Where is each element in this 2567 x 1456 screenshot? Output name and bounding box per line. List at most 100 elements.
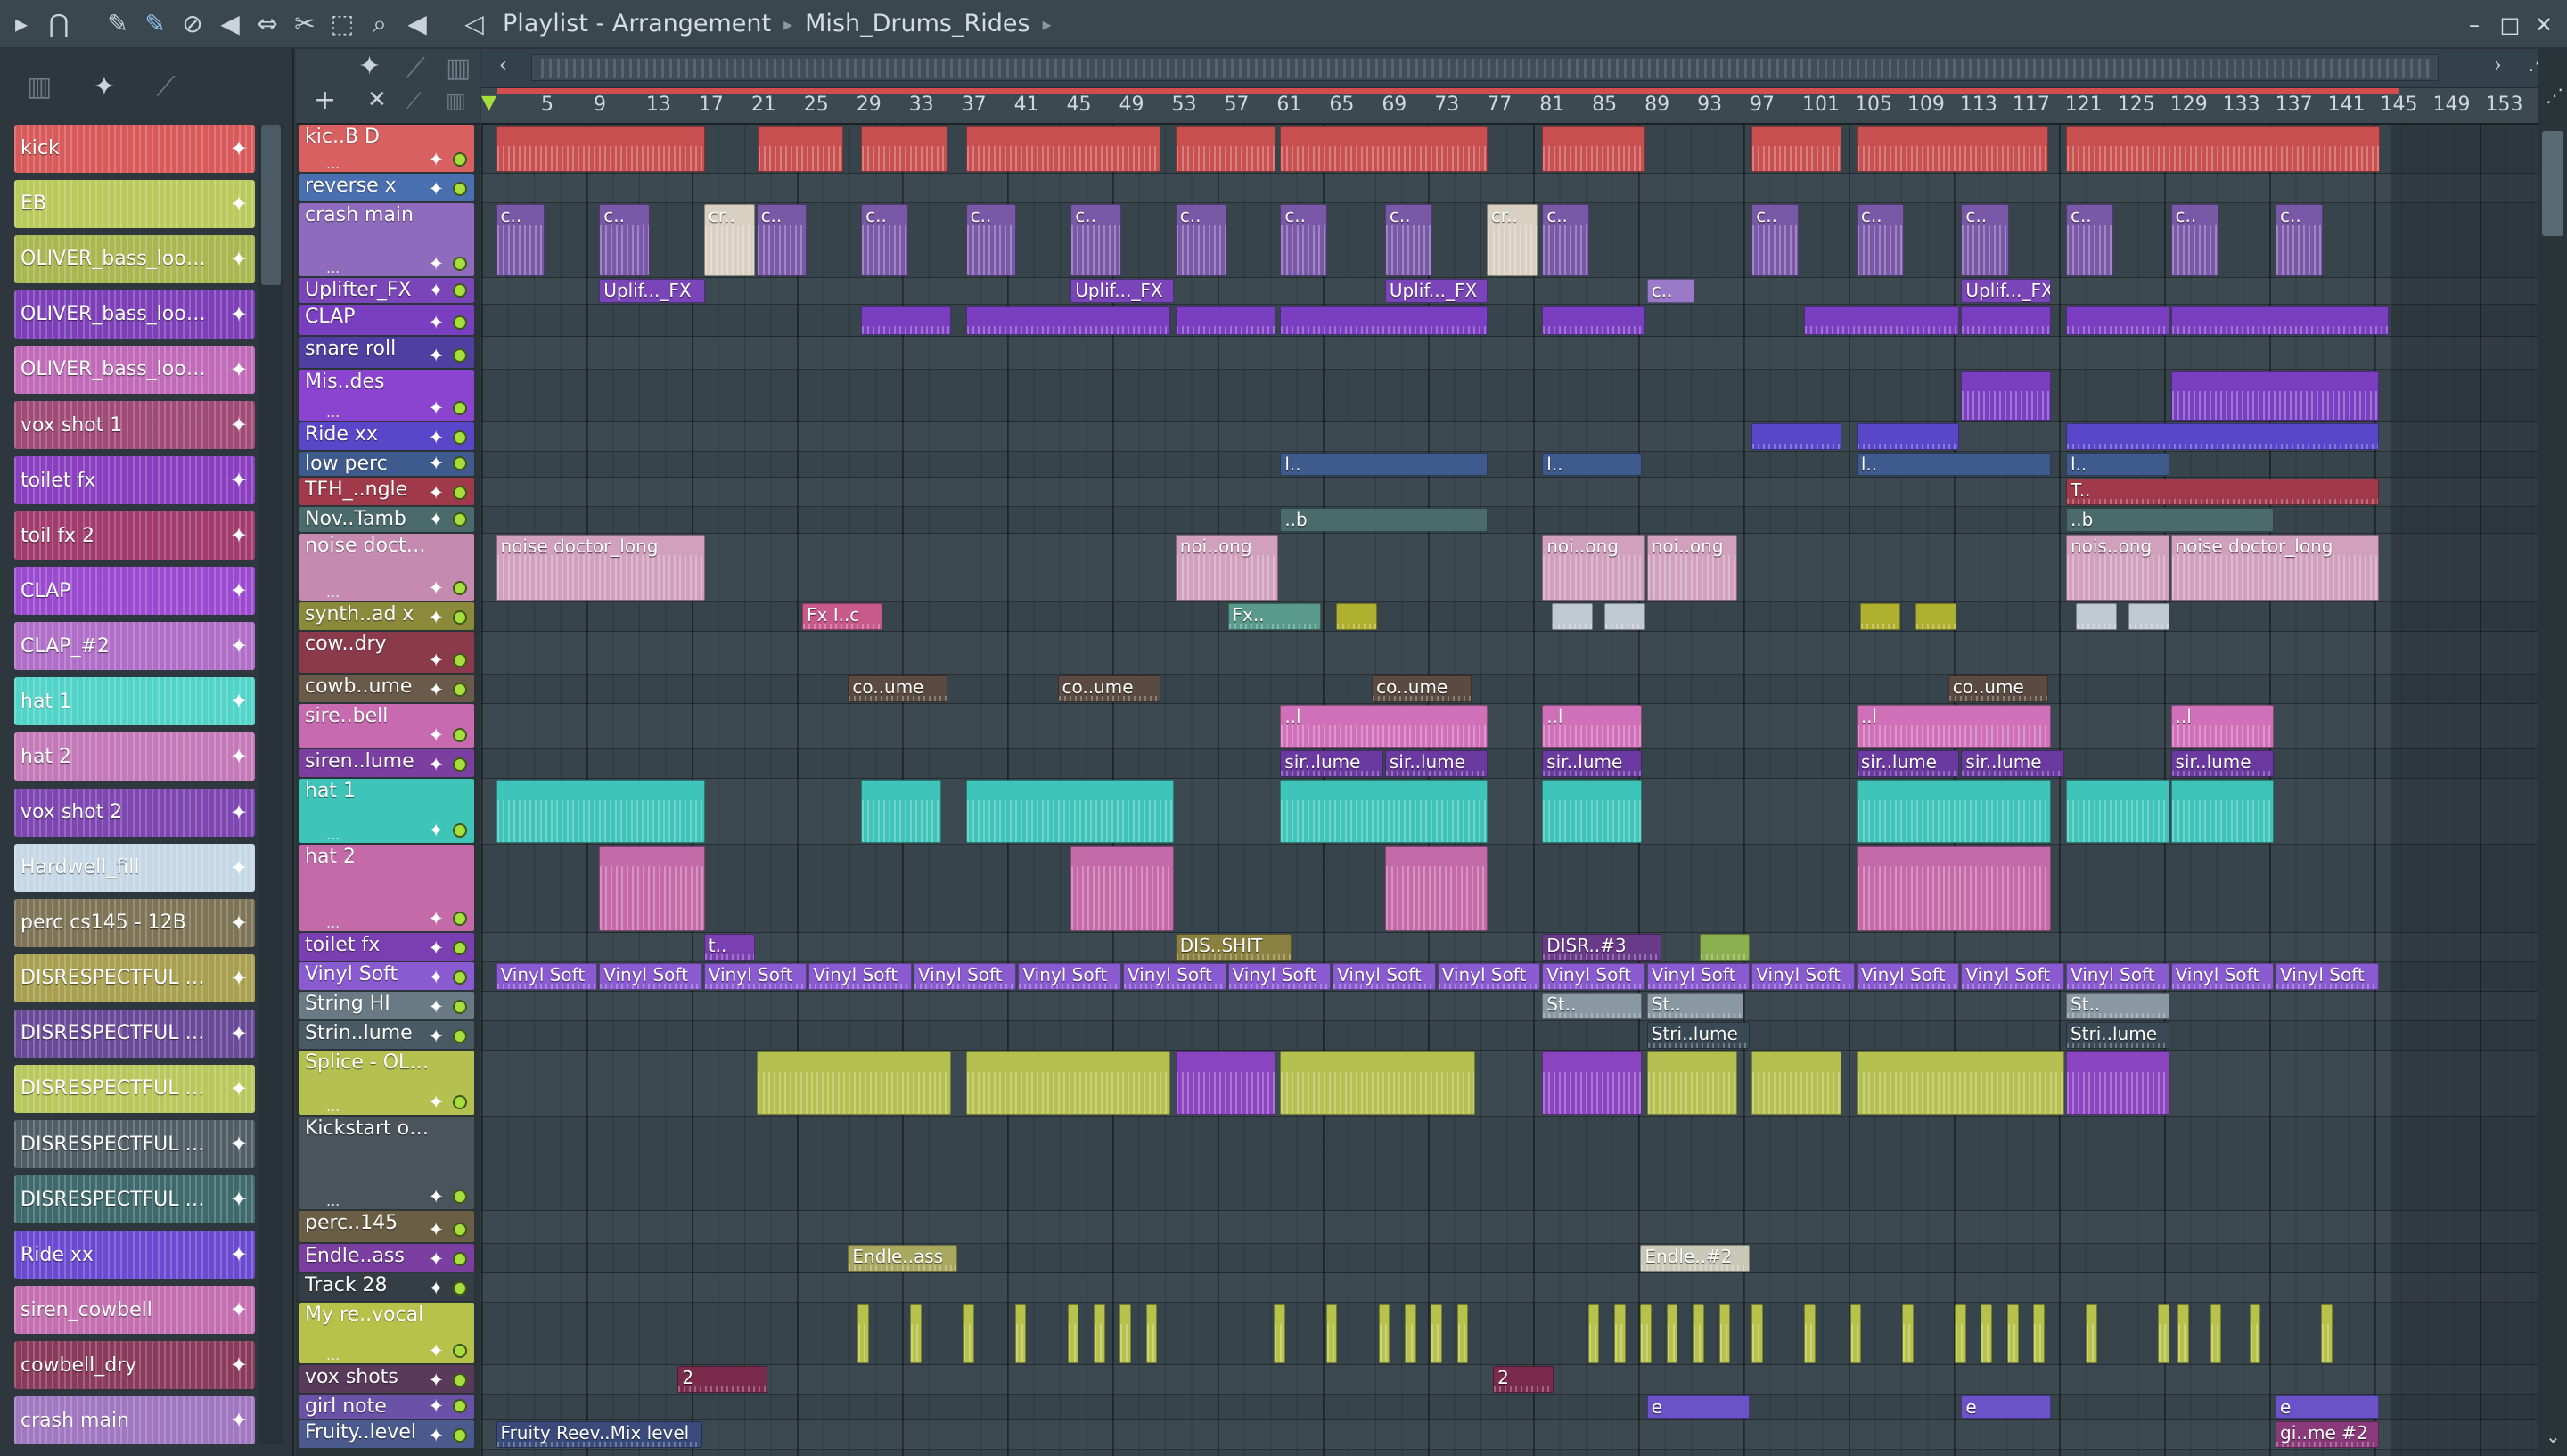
playlist-clip[interactable]: Vinyl Soft (1751, 963, 1855, 991)
playlist-clip[interactable]: l.. (1280, 452, 1489, 477)
playlist-clip[interactable]: Vinyl Soft (1333, 963, 1436, 991)
track-name[interactable]: cowb..ume (305, 675, 430, 698)
track-name[interactable]: My re..vocal (305, 1304, 430, 1326)
track-name[interactable]: Splice - OLIVER (305, 1051, 430, 1074)
track-enable-led[interactable] (453, 970, 467, 986)
playlist-clip[interactable] (1902, 1304, 1914, 1363)
playlist-clip[interactable]: c.. (2065, 203, 2114, 277)
minimize-button[interactable]: – (2456, 7, 2492, 43)
browser-clip-item[interactable]: OLIVER_bass_loop_... ✦ (14, 345, 255, 394)
track-name[interactable]: crash main (305, 204, 430, 226)
browser-clip-item[interactable]: DISRESPECTFUL SHIT... ✦ (14, 1009, 255, 1058)
playlist-clip[interactable] (1699, 933, 1751, 961)
playlist-clip[interactable] (965, 1051, 1171, 1115)
playlist-clip[interactable]: Vinyl Soft (913, 963, 1017, 991)
scroll-thumb[interactable] (261, 125, 281, 285)
playlist-clip[interactable] (1175, 1051, 1275, 1115)
playlist-clip[interactable] (1119, 1304, 1131, 1363)
playlist-clip[interactable]: Stri..lume (2065, 1022, 2169, 1050)
playlist-grid[interactable]: c.. c.. c.. c.. c.. c.. c.. c.. c.. c.. c.. c.. c.. c… (481, 125, 2538, 1456)
playlist-clip[interactable] (1431, 1304, 1442, 1363)
playlist-clip[interactable]: St.. (1646, 993, 1743, 1020)
playlist-clip[interactable]: Vinyl Soft (599, 963, 702, 991)
playlist-clip[interactable]: co..ume (1372, 675, 1472, 702)
playlist-clip[interactable] (965, 305, 1171, 336)
track-name[interactable]: Fruity..level (305, 1421, 430, 1444)
playlist-clip[interactable]: co..ume (1057, 675, 1161, 702)
track-enable-led[interactable] (453, 151, 467, 167)
playlist-clip[interactable] (2006, 1304, 2019, 1363)
browser-clip-item[interactable]: DISRESPECTFUL SHIT... ✦ (14, 1175, 255, 1224)
diamond-icon[interactable]: ✦ (358, 51, 381, 82)
browser-scrollbar[interactable] (258, 125, 283, 1444)
track-enable-led[interactable] (453, 911, 467, 926)
track-header[interactable]: Strin..lume ✦ (299, 1021, 474, 1050)
picker-icon[interactable]: ▥ (27, 71, 52, 102)
playlist-clip[interactable]: e (1961, 1395, 2052, 1419)
playlist-clip[interactable]: Fx.. (1227, 602, 1322, 630)
browser-clip-item[interactable]: Hardwell_fill ✦ (14, 843, 255, 892)
scroll-right-icon[interactable]: › (2494, 54, 2502, 77)
link-icon[interactable]: ⟋ (406, 88, 422, 113)
playlist-clip[interactable]: sir..lume (1856, 750, 1960, 778)
playlist-clip[interactable]: DIS..SHIT (1175, 933, 1292, 961)
track-name[interactable]: Endle..ass (305, 1245, 430, 1267)
playlist-clip[interactable] (1093, 1304, 1105, 1363)
slice-icon[interactable]: ✂ (289, 8, 321, 40)
scroll-up-icon[interactable]: ⋰ (2546, 85, 2563, 106)
track-enable-led[interactable] (453, 652, 467, 667)
track-name[interactable]: Strin..lume (305, 1022, 430, 1044)
track-header[interactable]: Fruity..level ✦ (299, 1420, 474, 1449)
playlist-clip[interactable]: sir..lume (1961, 750, 2064, 778)
playlist-clip[interactable] (1751, 1051, 1842, 1115)
playlist-clip[interactable] (1915, 602, 1956, 630)
track-header[interactable]: Splice - OLIVER... ✦ (299, 1051, 474, 1115)
playlist-clip[interactable] (857, 1304, 870, 1363)
playlist-clip[interactable] (756, 1051, 951, 1115)
playlist-clip[interactable]: 2 (1493, 1365, 1554, 1393)
playlist-clip[interactable] (2157, 1304, 2169, 1363)
playlist-clip[interactable]: Vinyl Soft (1856, 963, 1960, 991)
playlist-clip[interactable] (1335, 602, 1377, 630)
track-header[interactable]: String HI ✦ (299, 992, 474, 1020)
track-name[interactable]: kic..B D (305, 126, 430, 148)
track-header[interactable]: low perc ✦ (299, 451, 474, 477)
playlist-clip[interactable]: ..l (1856, 704, 2052, 748)
playlist-clip[interactable] (1718, 1304, 1731, 1363)
playlist-clip[interactable]: Endle..ass (848, 1244, 958, 1272)
track-lane[interactable] (481, 337, 2538, 371)
track-enable-led[interactable] (453, 1222, 467, 1237)
track-enable-led[interactable] (453, 822, 467, 838)
track-header[interactable]: My re..vocal... ✦ (299, 1303, 474, 1363)
playlist-clip[interactable] (2086, 1304, 2097, 1363)
playlist-clip[interactable] (1856, 125, 2048, 172)
playlist-clip[interactable]: Uplif..._FX (1384, 279, 1489, 303)
track-enable-led[interactable] (453, 940, 467, 955)
playlist-clip[interactable] (1404, 1304, 1416, 1363)
playlist-clip[interactable] (1804, 305, 1960, 336)
playlist-clip[interactable]: c.. (1961, 203, 2009, 277)
playlist-clip[interactable] (861, 305, 951, 336)
playlist-clip[interactable] (2170, 371, 2379, 421)
audio-clip-icon[interactable]: ✦ (93, 71, 115, 102)
playlist-clip[interactable] (1604, 602, 1645, 630)
playlist-clip[interactable] (1067, 1304, 1079, 1363)
track-enable-led[interactable] (453, 348, 467, 364)
paint-icon[interactable]: ✎ (139, 8, 171, 40)
playlist-clip[interactable]: noise doctor_long (496, 534, 706, 601)
playlist-clip[interactable] (1856, 422, 1960, 450)
playlist-clip[interactable] (965, 125, 1161, 172)
playlist-clip[interactable] (1751, 422, 1842, 450)
playlist-clip[interactable]: noi..ong (1542, 534, 1645, 601)
more-icon[interactable]: ... (326, 914, 340, 931)
track-name[interactable]: TFH_..ngle (305, 479, 430, 501)
track-enable-led[interactable] (453, 181, 467, 196)
speaker-icon[interactable]: ◁ (458, 8, 490, 40)
playlist-clip[interactable]: c.. (1856, 203, 1904, 277)
playlist-clip[interactable]: Vinyl Soft (1437, 963, 1541, 991)
track-header[interactable]: kic..B D... ✦ (299, 124, 474, 172)
browser-clip-item[interactable]: vox shot 2 ✦ (14, 788, 255, 837)
playlist-clip[interactable]: ..l (2170, 704, 2275, 748)
track-header[interactable]: sire..bell ✦ (299, 703, 474, 748)
track-enable-led[interactable] (453, 315, 467, 331)
